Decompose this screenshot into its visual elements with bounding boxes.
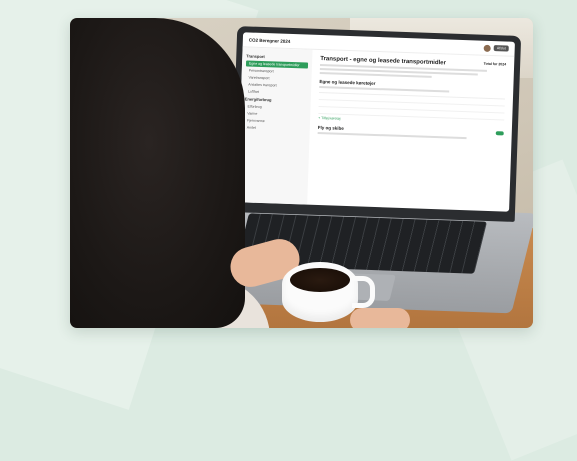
mug-handle [352, 276, 375, 308]
topbar-button: Afslut [493, 45, 509, 52]
sidebar-item: Andet [246, 125, 257, 130]
person-hand [350, 308, 410, 328]
screen-content: CO2 Beregner 2024 Afslut Transport Egne … [237, 32, 515, 212]
app-sidebar: Transport Egne og leasede transportmidle… [237, 47, 313, 205]
title-meta: Total for 2024 [483, 61, 507, 67]
section-heading: Fly og skibe [317, 124, 344, 131]
app-main: Transport - egne og leasede transportmid… [307, 50, 514, 212]
photo: CO2 Beregner 2024 Afslut Transport Egne … [70, 18, 533, 328]
coffee-mug [282, 262, 375, 322]
app-brand: CO2 Beregner 2024 [248, 37, 291, 44]
toggle-switch [495, 131, 504, 136]
avatar [483, 44, 492, 52]
sidebar-item: Luftfart [247, 89, 260, 94]
sidebar-heading: Energiforbrug [244, 96, 272, 103]
laptop-screen: CO2 Beregner 2024 Afslut Transport Egne … [230, 26, 522, 222]
sidebar-heading: Transport [246, 53, 265, 60]
coffee [290, 268, 350, 292]
person-hair [70, 18, 245, 328]
